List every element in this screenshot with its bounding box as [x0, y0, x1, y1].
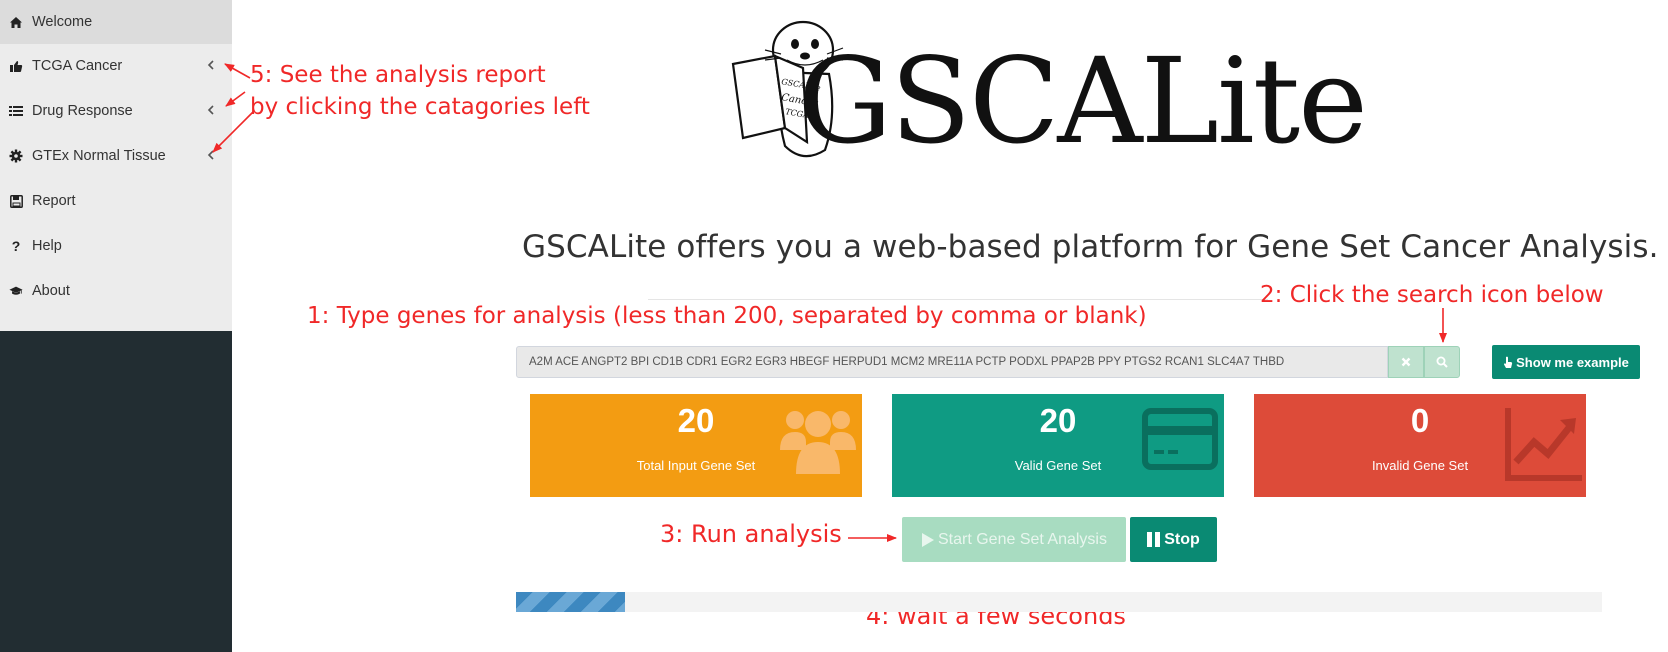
- show-example-label: Show me example: [1516, 354, 1629, 370]
- annotation-step-3: 3: Run analysis: [660, 520, 842, 548]
- sidebar-item-report[interactable]: Report: [0, 179, 232, 223]
- progress-fill: [516, 592, 625, 612]
- sidebar-item-label: TCGA Cancer: [32, 58, 123, 74]
- question-icon: ?: [11, 238, 21, 254]
- sidebar-item-gtex-normal-tissue[interactable]: GTEx Normal Tissue: [0, 134, 232, 178]
- stat-label: Valid Gene Set: [1014, 458, 1102, 473]
- divider: [648, 299, 1268, 300]
- sidebar-item-label: Help: [32, 238, 62, 254]
- search-button[interactable]: [1424, 346, 1460, 378]
- sidebar-item-drug-response[interactable]: Drug Response: [0, 89, 232, 133]
- thumbs-up-icon: [9, 59, 23, 73]
- close-icon: [1401, 357, 1411, 367]
- list-icon: [9, 104, 23, 118]
- sidebar-item-help[interactable]: ? Help: [0, 224, 232, 268]
- sidebar-item-about[interactable]: About: [0, 269, 232, 313]
- logo-wordmark: GSCALite: [798, 32, 1368, 170]
- clear-button[interactable]: [1388, 346, 1424, 378]
- annotation-step-2: 2: Click the search icon below: [1260, 282, 1604, 308]
- progress-bar: [516, 592, 1602, 612]
- page-title: GSCALite offers you a web-based platform…: [522, 229, 1659, 265]
- stat-value: 20: [1039, 402, 1077, 439]
- chevron-left-icon: [207, 60, 214, 70]
- start-analysis-label: Start Gene Set Analysis: [938, 530, 1107, 548]
- stat-card-valid: 20 Valid Gene Set: [892, 394, 1224, 497]
- graduation-cap-icon: [9, 284, 23, 298]
- stat-card-total: 20 Total Input Gene Set: [530, 394, 862, 497]
- hand-pointer-icon: [1504, 356, 1513, 368]
- sidebar-item-welcome[interactable]: Welcome: [0, 0, 232, 44]
- sidebar-item-label: Welcome: [32, 14, 93, 30]
- stat-value: 20: [677, 402, 715, 439]
- stat-card-invalid: 0 Invalid Gene Set: [1254, 394, 1586, 497]
- stop-label: Stop: [1164, 530, 1200, 548]
- sidebar-item-label: Drug Response: [32, 103, 133, 119]
- sidebar-item-label: About: [32, 283, 70, 299]
- show-example-button[interactable]: Show me example: [1492, 345, 1640, 379]
- gene-search-input[interactable]: [516, 346, 1388, 378]
- home-icon: [9, 15, 23, 29]
- gear-icon: [9, 149, 23, 163]
- stat-value: 0: [1410, 402, 1430, 439]
- logo: GSCALite Cancer TCGA GSCALite: [725, 8, 1405, 168]
- sidebar-item-tcga-cancer[interactable]: TCGA Cancer: [0, 44, 232, 88]
- chevron-left-icon: [207, 105, 214, 115]
- stat-label: Total Input Gene Set: [636, 458, 756, 473]
- stat-label: Invalid Gene Set: [1371, 458, 1469, 473]
- search-icon: [1436, 356, 1448, 368]
- annotation-step-5-line-1: 5: See the analysis report: [250, 62, 546, 88]
- play-icon: [922, 532, 934, 547]
- sidebar-item-label: Report: [32, 193, 76, 209]
- chevron-left-icon: [207, 150, 214, 160]
- sidebar-menu: Welcome TCGA Cancer Drug Response GTEx N…: [0, 0, 232, 331]
- stop-button[interactable]: Stop: [1130, 517, 1217, 562]
- annotation-step-1: 1: Type genes for analysis (less than 20…: [307, 303, 1147, 329]
- save-icon: [9, 194, 23, 208]
- sidebar-item-label: GTEx Normal Tissue: [32, 148, 166, 164]
- pause-icon: [1147, 532, 1161, 547]
- sidebar: Welcome TCGA Cancer Drug Response GTEx N…: [0, 0, 232, 652]
- start-analysis-button[interactable]: Start Gene Set Analysis: [902, 517, 1126, 562]
- annotation-step-5-line-2: by clicking the catagories left: [250, 94, 590, 120]
